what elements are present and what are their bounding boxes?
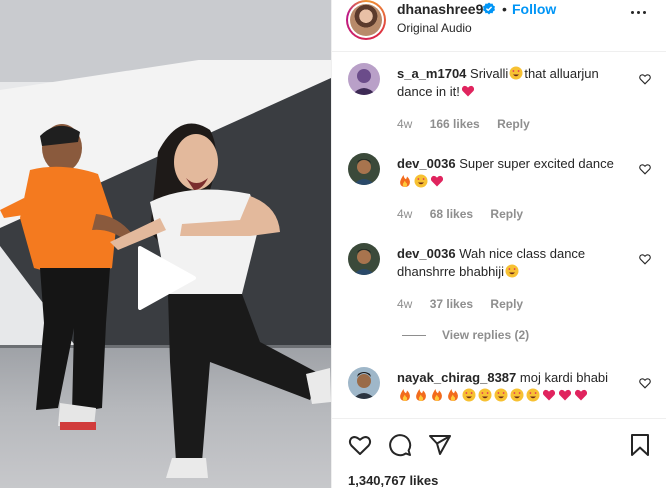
post-likes-count[interactable]: 1,340,767 likes (348, 473, 438, 488)
verified-badge-icon (483, 2, 495, 15)
heart-eyes-emoji-icon (510, 388, 524, 402)
commenter-avatar[interactable] (348, 153, 380, 185)
heart-icon[interactable] (348, 433, 372, 457)
comment-likes[interactable]: 166 likes (430, 117, 480, 131)
comment-likes[interactable]: 37 likes (430, 297, 473, 311)
fire-emoji-icon (432, 389, 442, 401)
heart-eyes-emoji-icon (494, 388, 508, 402)
comment-username[interactable]: dev_0036 (397, 246, 456, 261)
comment-username[interactable]: nayak_chirag_8387 (397, 370, 516, 385)
comment-time: 4w (397, 297, 413, 311)
more-options-icon[interactable] (631, 11, 647, 15)
comment-time: 4w (397, 117, 413, 131)
comment-username[interactable]: s_a_m1704 (397, 66, 466, 81)
comment-content: Srivalli (470, 66, 509, 81)
reply-button[interactable]: Reply (490, 297, 523, 311)
heart-eyes-emoji-icon (462, 388, 476, 402)
comment-text: dev_0036 Wah nice class dance dhanshrre … (397, 245, 617, 281)
video-player[interactable] (0, 0, 331, 488)
like-comment-heart-icon[interactable] (639, 253, 651, 265)
comment-likes[interactable]: 68 likes (430, 207, 473, 221)
follow-button[interactable]: Follow (512, 1, 556, 17)
comment-content: moj kardi bhabi (519, 370, 609, 385)
heart-eyes-emoji-icon (509, 66, 523, 80)
comment-text: nayak_chirag_8387 moj kardi bhabi (397, 369, 627, 405)
red-heart-emoji-icon (558, 389, 572, 401)
red-heart-emoji-icon (542, 389, 556, 401)
post-header: dhanashree9 • Follow Original Audio (332, 0, 666, 52)
heart-eyes-emoji-icon (526, 388, 540, 402)
comment-username[interactable]: dev_0036 (397, 156, 456, 171)
like-comment-heart-icon[interactable] (639, 73, 651, 85)
comment-meta: 4w 68 likes Reply (397, 207, 537, 221)
reply-button[interactable]: Reply (497, 117, 530, 131)
comment-time: 4w (397, 207, 413, 221)
fire-emoji-icon (400, 175, 410, 187)
separator-dot: • (502, 1, 507, 17)
audio-label[interactable]: Original Audio (397, 21, 472, 35)
view-replies-button[interactable]: View replies (2) (402, 328, 529, 342)
comment-icon[interactable] (388, 433, 412, 457)
comments-list: s_a_m1704 Srivalli that alluarjun dance i… (332, 53, 666, 423)
red-heart-emoji-icon (461, 85, 474, 97)
view-replies-label: View replies (2) (442, 328, 530, 342)
heart-eyes-emoji-icon (414, 174, 428, 188)
commenter-avatar[interactable] (348, 367, 380, 399)
comment-meta: 4w 166 likes Reply (397, 117, 544, 131)
like-comment-heart-icon[interactable] (639, 377, 651, 389)
comment-meta: 4w 37 likes Reply (397, 297, 537, 311)
play-icon (138, 246, 196, 310)
red-heart-emoji-icon (430, 175, 444, 187)
fire-emoji-icon (416, 389, 426, 401)
paper-plane-icon[interactable] (428, 433, 452, 457)
comment-text: dev_0036 Super super excited dance (397, 155, 617, 191)
like-comment-heart-icon[interactable] (639, 163, 651, 175)
reply-button[interactable]: Reply (490, 207, 523, 221)
author-avatar[interactable] (346, 0, 386, 40)
action-bar: 1,340,767 likes (332, 418, 666, 488)
heart-eyes-emoji-icon (505, 264, 519, 278)
fire-emoji-icon (400, 389, 410, 401)
comment-text: s_a_m1704 Srivalli that alluarjun dance i… (397, 65, 617, 101)
commenter-avatar[interactable] (348, 63, 380, 95)
post-sidebar: dhanashree9 • Follow Original Audio s_a_… (331, 0, 666, 488)
fire-emoji-icon (448, 389, 458, 401)
bookmark-icon[interactable] (628, 433, 652, 457)
heart-eyes-emoji-icon (478, 388, 492, 402)
comment-content: Super super excited dance (459, 156, 614, 171)
play-button[interactable] (136, 246, 198, 310)
commenter-avatar[interactable] (348, 243, 380, 275)
author-username[interactable]: dhanashree9 (397, 1, 483, 17)
red-heart-emoji-icon (574, 389, 588, 401)
